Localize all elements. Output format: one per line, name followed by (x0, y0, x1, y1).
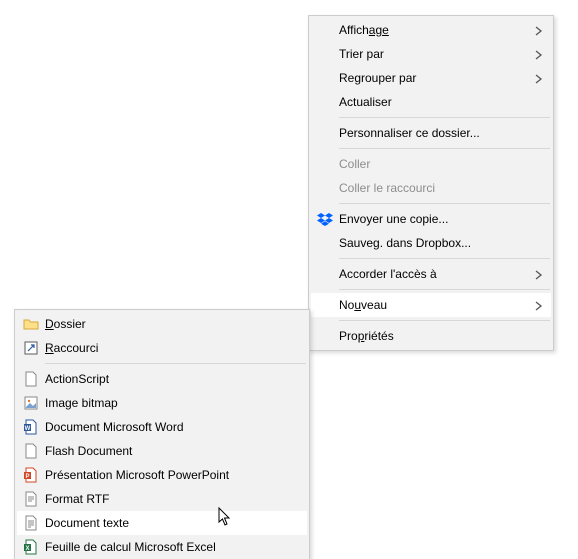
menu-item-nouveau[interactable]: Nouveau (311, 293, 551, 317)
dropbox-icon (311, 211, 339, 227)
shortcut-icon (17, 340, 45, 356)
folder-icon (17, 316, 45, 332)
menu-item-accorder-acces[interactable]: Accorder l'accès à (311, 262, 551, 286)
label-actualiser: Actualiser (339, 95, 521, 109)
svg-text:X: X (25, 546, 29, 552)
word-icon: W (17, 419, 45, 435)
chevron-right-icon (535, 300, 543, 310)
powerpoint-icon: P (17, 467, 45, 483)
menu-item-actualiser[interactable]: Actualiser (311, 90, 551, 114)
submenu-item-document-texte[interactable]: Document texte (17, 511, 307, 535)
separator (339, 117, 550, 118)
menu-item-regrouper-par[interactable]: Regrouper par (311, 66, 551, 90)
submenu-item-image-bitmap[interactable]: Image bitmap (17, 391, 307, 415)
submenu-item-presentation-ppt[interactable]: P Présentation Microsoft PowerPoint (17, 463, 307, 487)
label-raccourci: Raccourci (45, 341, 277, 355)
document-icon (17, 443, 45, 459)
label-dossier: Dossier (45, 317, 277, 331)
separator (45, 363, 306, 364)
label-trier: Trier par (339, 47, 521, 61)
document-icon (17, 491, 45, 507)
chevron-right-icon (535, 73, 543, 83)
label-feuille-excel: Feuille de calcul Microsoft Excel (45, 540, 277, 554)
menu-item-sauveg-dropbox[interactable]: Sauveg. dans Dropbox... (311, 231, 551, 255)
submenu-item-raccourci[interactable]: Raccourci (17, 336, 307, 360)
label-nouveau: Nouveau (339, 298, 521, 312)
label-regrouper: Regrouper par (339, 71, 521, 85)
chevron-right-icon (535, 25, 543, 35)
label-envoyer-copie: Envoyer une copie... (339, 212, 521, 226)
menu-item-trier-par[interactable]: Trier par (311, 42, 551, 66)
menu-item-envoyer-copie[interactable]: Envoyer une copie... (311, 207, 551, 231)
label-sauveg-dropbox: Sauveg. dans Dropbox... (339, 236, 521, 250)
separator (339, 203, 550, 204)
document-icon (17, 371, 45, 387)
svg-text:W: W (25, 426, 31, 432)
label-proprietes: Propriétés (339, 329, 521, 343)
svg-text:P: P (25, 474, 29, 480)
submenu-item-actionscript[interactable]: ActionScript (17, 367, 307, 391)
label-doc-word: Document Microsoft Word (45, 420, 277, 434)
menu-item-personnaliser[interactable]: Personnaliser ce dossier... (311, 121, 551, 145)
separator (339, 258, 550, 259)
label-document-texte: Document texte (45, 516, 277, 530)
submenu-item-doc-word[interactable]: W Document Microsoft Word (17, 415, 307, 439)
separator (339, 320, 550, 321)
context-menu-nouveau: Dossier Raccourci ActionScript Image bit… (14, 309, 310, 559)
separator (339, 148, 550, 149)
menu-item-coller-raccourci: Coller le raccourci (311, 176, 551, 200)
chevron-right-icon (535, 269, 543, 279)
submenu-item-flash-doc[interactable]: Flash Document (17, 439, 307, 463)
menu-item-proprietes[interactable]: Propriétés (311, 324, 551, 348)
excel-icon: X (17, 539, 45, 555)
label-accorder-acces: Accorder l'accès à (339, 267, 521, 281)
label-personnaliser: Personnaliser ce dossier... (339, 126, 521, 140)
label-format-rtf: Format RTF (45, 492, 277, 506)
label-image-bitmap: Image bitmap (45, 396, 277, 410)
label-presentation-ppt: Présentation Microsoft PowerPoint (45, 468, 277, 482)
submenu-item-dossier[interactable]: Dossier (17, 312, 307, 336)
chevron-right-icon (535, 49, 543, 59)
label-actionscript: ActionScript (45, 372, 277, 386)
image-icon (17, 395, 45, 411)
context-menu-main: Affichage Trier par Regrouper par Actual… (308, 15, 554, 351)
menu-item-coller: Coller (311, 152, 551, 176)
text-document-icon (17, 515, 45, 531)
menu-item-affichage[interactable]: Affichage (311, 18, 551, 42)
separator (339, 289, 550, 290)
submenu-item-format-rtf[interactable]: Format RTF (17, 487, 307, 511)
label-affichage: Affichage (339, 23, 521, 37)
label-coller-raccourci: Coller le raccourci (339, 181, 521, 195)
submenu-item-feuille-excel[interactable]: X Feuille de calcul Microsoft Excel (17, 535, 307, 559)
label-flash-doc: Flash Document (45, 444, 277, 458)
label-coller: Coller (339, 157, 521, 171)
